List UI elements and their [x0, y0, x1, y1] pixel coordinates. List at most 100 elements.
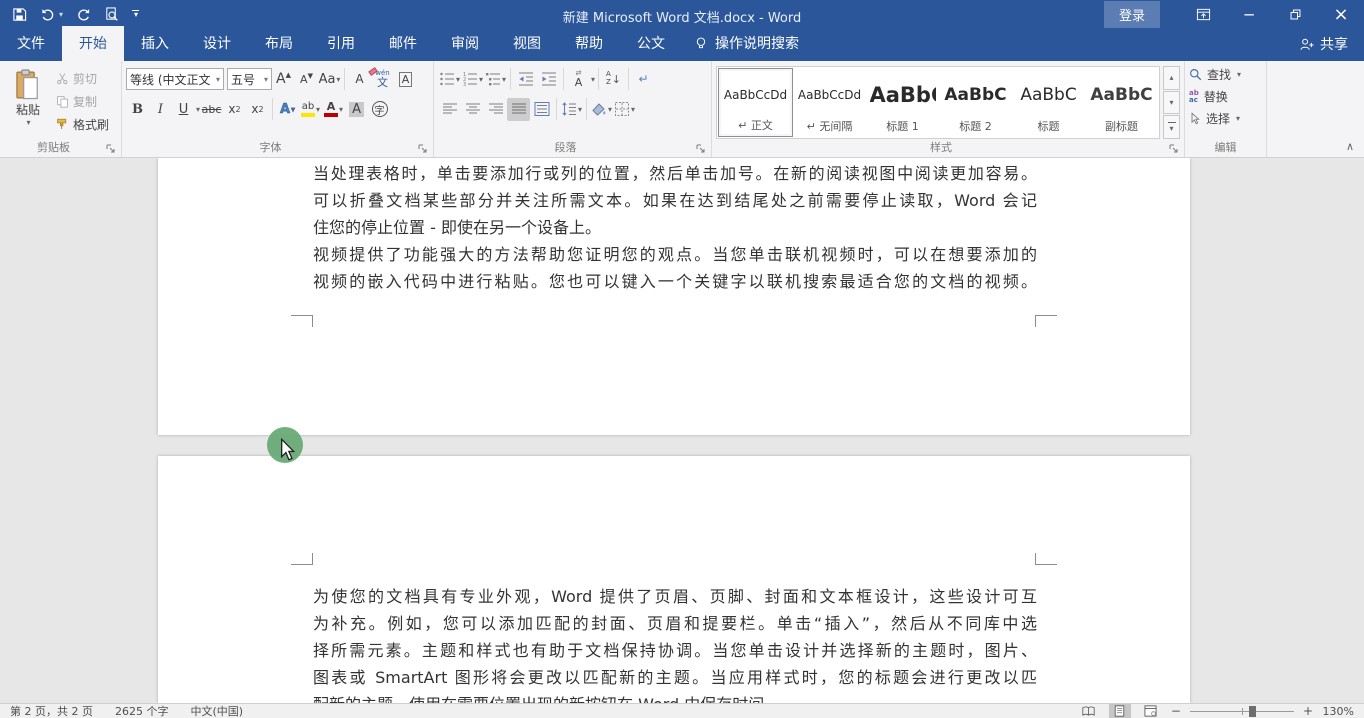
tab-help[interactable]: 帮助: [558, 26, 620, 61]
styles-dialog-launcher-icon[interactable]: [1169, 144, 1179, 154]
page1-text[interactable]: 当处理表格时，单击要添加行或列的位置，然后单击加号。在新的阅读视图中阅读更加容易…: [313, 160, 1037, 295]
style-title[interactable]: AaBbC 标题: [1012, 68, 1085, 137]
tab-home[interactable]: 开始: [62, 26, 124, 61]
paragraph-dialog-launcher-icon[interactable]: [696, 144, 706, 154]
distribute-button[interactable]: [530, 98, 553, 121]
sign-in-button[interactable]: 登录: [1104, 1, 1160, 28]
clipboard-dialog-launcher-icon[interactable]: [106, 144, 116, 154]
align-center-button[interactable]: [461, 98, 484, 121]
show-hide-marks-button[interactable]: ↵: [632, 68, 655, 91]
increase-indent-button[interactable]: [537, 68, 560, 91]
font-dialog-launcher-icon[interactable]: [418, 144, 428, 154]
styles-more-icon[interactable]: ▾: [1163, 115, 1180, 139]
zoom-in-button[interactable]: +: [1303, 704, 1313, 718]
clear-formatting-button[interactable]: A: [348, 68, 371, 91]
tab-view[interactable]: 视图: [496, 26, 558, 61]
text-line[interactable]: 可以折叠文档某些部分并关注所需文本。如果在达到结尾处之前需要停止读取，Word …: [313, 187, 1037, 214]
character-border-button[interactable]: A: [394, 68, 417, 91]
line-spacing-button[interactable]: ▾: [560, 98, 583, 121]
bullets-button[interactable]: ▾: [438, 68, 461, 91]
undo-icon[interactable]: ▾: [40, 7, 63, 22]
multilevel-list-button[interactable]: ▾: [484, 68, 507, 91]
find-button[interactable]: 查找 ▾: [1189, 65, 1262, 84]
underline-button[interactable]: U: [172, 98, 195, 121]
align-right-button[interactable]: [484, 98, 507, 121]
select-button[interactable]: 选择 ▾: [1189, 109, 1262, 128]
text-line[interactable]: 配新的主题。使用在需要位置出现的新按钮在 Word 中保存时间: [313, 691, 1037, 703]
document-area[interactable]: 当处理表格时，单击要添加行或列的位置，然后单击加号。在新的阅读视图中阅读更加容易…: [0, 158, 1364, 703]
tab-design[interactable]: 设计: [186, 26, 248, 61]
style-normal[interactable]: AaBbCcDd ↵ 正文: [718, 68, 793, 137]
web-layout-button[interactable]: [1140, 704, 1162, 718]
tab-mailings[interactable]: 邮件: [372, 26, 434, 61]
tab-layout[interactable]: 布局: [248, 26, 310, 61]
styles-scroll-up-icon[interactable]: ▴: [1163, 66, 1180, 90]
redo-icon[interactable]: [76, 7, 91, 22]
tab-review[interactable]: 审阅: [434, 26, 496, 61]
tell-me-search[interactable]: 操作说明搜索: [682, 26, 811, 61]
font-name-combobox[interactable]: 等线 (中文正文 ▾: [126, 68, 224, 90]
tab-insert[interactable]: 插入: [124, 26, 186, 61]
numbering-button[interactable]: 123 ▾: [461, 68, 484, 91]
customize-qat-icon[interactable]: ▾: [132, 10, 139, 19]
collapse-ribbon-icon[interactable]: ∧: [1346, 140, 1354, 153]
strikethrough-button[interactable]: abc: [200, 98, 223, 121]
decrease-indent-button[interactable]: [514, 68, 537, 91]
asian-layout-caret-icon[interactable]: ▾: [591, 75, 595, 84]
character-shading-button[interactable]: A: [345, 98, 368, 121]
text-line[interactable]: 视频提供了功能强大的方法帮助您证明您的观点。当您单击联机视频时，可以在想要添加的: [313, 241, 1037, 268]
tab-gongwen[interactable]: 公文: [620, 26, 682, 61]
document-page-1[interactable]: 当处理表格时，单击要添加行或列的位置，然后单击加号。在新的阅读视图中阅读更加容易…: [158, 158, 1190, 435]
borders-button[interactable]: ▾: [613, 98, 636, 121]
styles-scroll-down-icon[interactable]: ▾: [1163, 91, 1180, 115]
enclose-characters-button[interactable]: 字: [368, 98, 391, 121]
change-case-button[interactable]: Aa▾: [318, 68, 341, 91]
restore-button[interactable]: [1272, 0, 1318, 29]
style-subtitle[interactable]: AaBbC 副标题: [1085, 68, 1158, 137]
format-painter-button[interactable]: 格式刷: [56, 114, 109, 134]
text-line[interactable]: 为使您的文档具有专业外观，Word 提供了页眉、页脚、封面和文本框设计，这些设计…: [313, 583, 1037, 610]
text-highlight-button[interactable]: ab ▾: [299, 98, 322, 121]
style-heading2[interactable]: AaBbC 标题 2: [939, 68, 1012, 137]
ribbon-display-options-icon[interactable]: [1180, 0, 1226, 29]
font-color-button[interactable]: A ▾: [322, 98, 345, 121]
undo-caret-icon[interactable]: ▾: [59, 10, 63, 19]
zoom-slider-handle[interactable]: [1249, 706, 1256, 717]
text-effects-button[interactable]: A▾: [276, 98, 299, 121]
italic-button[interactable]: I: [149, 98, 172, 121]
bold-button[interactable]: B: [126, 98, 149, 121]
shrink-font-button[interactable]: A▼: [295, 68, 318, 91]
text-line[interactable]: 住您的停止位置 - 即使在另一个设备上。: [313, 214, 1037, 241]
close-button[interactable]: ×: [1318, 0, 1364, 29]
superscript-button[interactable]: x2: [246, 98, 269, 121]
sort-button[interactable]: AZ ↓: [602, 68, 625, 91]
subscript-button[interactable]: x2: [223, 98, 246, 121]
print-preview-icon[interactable]: [104, 7, 119, 22]
share-button[interactable]: 共享: [1299, 34, 1348, 54]
zoom-out-button[interactable]: −: [1171, 704, 1181, 718]
page2-text[interactable]: 为使您的文档具有专业外观，Word 提供了页眉、页脚、封面和文本框设计，这些设计…: [313, 583, 1037, 703]
asian-layout-button[interactable]: ⇄ A: [567, 68, 590, 91]
zoom-level[interactable]: 130%: [1322, 705, 1354, 718]
style-no-spacing[interactable]: AaBbCcDd ↵ 无间隔: [793, 68, 866, 137]
tab-file[interactable]: 文件: [0, 26, 62, 61]
text-line[interactable]: 为补充。例如，您可以添加匹配的封面、页眉和提要栏。单击“插入”，然后从不同库中选: [313, 610, 1037, 637]
align-left-button[interactable]: [438, 98, 461, 121]
text-line[interactable]: 择所需元素。主题和样式也有助于文档保持协调。当您单击设计并选择新的主题时，图片、: [313, 637, 1037, 664]
justify-button[interactable]: [507, 98, 530, 121]
font-size-combobox[interactable]: 五号 ▾: [227, 68, 272, 90]
page-indicator[interactable]: 第 2 页，共 2 页: [10, 703, 93, 718]
read-mode-button[interactable]: [1078, 704, 1100, 718]
paste-button[interactable]: 粘贴 ▾: [4, 66, 52, 139]
document-page-2[interactable]: 为使您的文档具有专业外观，Word 提供了页眉、页脚、封面和文本框设计，这些设计…: [158, 456, 1190, 703]
zoom-slider[interactable]: [1190, 711, 1294, 712]
text-line[interactable]: 当处理表格时，单击要添加行或列的位置，然后单击加号。在新的阅读视图中阅读更加容易…: [313, 160, 1037, 187]
shading-button[interactable]: ▾: [590, 98, 613, 121]
style-heading1[interactable]: AaBbC 标题 1: [866, 68, 939, 137]
save-icon[interactable]: [12, 7, 27, 22]
text-line[interactable]: 图表或 SmartArt 图形将会更改以匹配新的主题。当应用样式时，您的标题会进…: [313, 664, 1037, 691]
language-indicator[interactable]: 中文(中国): [190, 703, 243, 718]
replace-button[interactable]: abac 替换: [1189, 87, 1262, 106]
tab-references[interactable]: 引用: [310, 26, 372, 61]
word-count[interactable]: 2625 个字: [115, 703, 169, 718]
